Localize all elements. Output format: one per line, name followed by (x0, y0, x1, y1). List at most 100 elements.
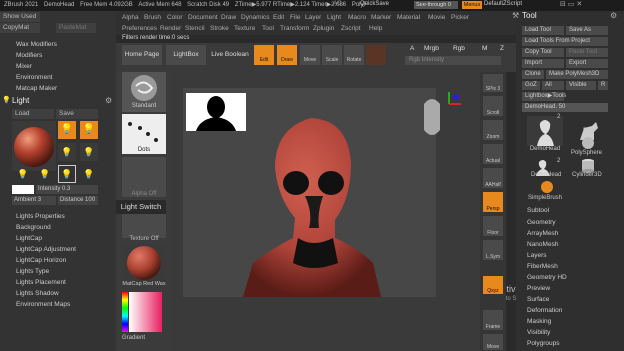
quicksave-button[interactable]: QuickSave (360, 1, 389, 7)
menu-edit[interactable]: Edit (273, 14, 284, 21)
z-toggle[interactable]: Z (500, 45, 504, 52)
menu-brush[interactable]: Brush (144, 14, 161, 21)
menu-lightcap[interactable]: LightCap (16, 234, 42, 244)
frame-button[interactable]: Frame (483, 310, 503, 330)
floor-button[interactable]: Floor (483, 216, 503, 236)
menu-lights-type[interactable]: Lights Type (16, 267, 49, 277)
menu-render[interactable]: Render (160, 25, 181, 32)
clone-button[interactable]: Clone (522, 70, 544, 79)
paste-tool-button[interactable]: Paste Tool (566, 48, 608, 57)
menu-color[interactable]: Color (167, 14, 183, 21)
mrgb-toggle[interactable]: Mrgb (424, 45, 439, 52)
export-button[interactable]: Export (566, 59, 608, 68)
light-switch-2[interactable]: 💡 (80, 121, 98, 139)
move-view-button[interactable]: Move (483, 334, 503, 350)
scroll-button[interactable]: Scroll (483, 96, 503, 116)
menu-layer[interactable]: Layer (305, 14, 321, 21)
light-switch-8[interactable]: 💡 (80, 165, 98, 183)
subpanel-layers[interactable]: Layers (527, 251, 547, 261)
menu-background[interactable]: Background (16, 223, 51, 233)
save-as-button[interactable]: Save As (566, 26, 608, 35)
menu-stroke[interactable]: Stroke (210, 25, 229, 32)
a-toggle[interactable]: A (410, 45, 414, 52)
subpanel-preview[interactable]: Preview (527, 284, 550, 294)
show-used-button[interactable]: Show Used (0, 12, 40, 22)
zoom-button[interactable]: Zoom (483, 120, 503, 140)
r-button[interactable]: R (598, 81, 608, 90)
subpanel-deformation[interactable]: Deformation (527, 306, 562, 316)
default-zscript[interactable]: DefaultZScript (484, 1, 522, 7)
menu-stencil[interactable]: Stencil (185, 25, 205, 32)
menu-light[interactable]: Light (327, 14, 341, 21)
subpanel-arraymesh[interactable]: ArrayMesh (527, 229, 558, 239)
rgb-toggle[interactable]: Rgb (453, 45, 465, 52)
subpanel-geometry-hd[interactable]: Geometry HD (527, 273, 567, 283)
menu-zplugin[interactable]: Zplugin (313, 25, 334, 32)
menu-environment-maps[interactable]: Environment Maps (16, 300, 70, 310)
subpanel-fibermesh[interactable]: FiberMesh (527, 262, 558, 272)
load-from-project-button[interactable]: Load Tools From Project (522, 37, 608, 46)
menu-environment[interactable]: Environment (16, 73, 53, 83)
menu-wax-modifiers[interactable]: Wax Modifiers (16, 40, 57, 50)
gear-icon[interactable]: ⚙ (105, 96, 112, 105)
import-button[interactable]: Import (522, 59, 564, 68)
aahalf-button[interactable]: AAHalf (483, 168, 503, 188)
light-color-swatch[interactable] (12, 185, 34, 194)
scale-button[interactable]: Scale (322, 45, 342, 65)
subpanel-masking[interactable]: Masking (527, 317, 551, 327)
color-picker[interactable] (122, 292, 162, 332)
menu-lightcap-adjustment[interactable]: LightCap Adjustment (16, 245, 76, 255)
subpanel-polygroups[interactable]: Polygroups (527, 339, 560, 349)
tool-gear-icon[interactable]: ⚙ (610, 11, 617, 20)
menu-transform[interactable]: Transform (280, 25, 309, 32)
subpanel-nanomesh[interactable]: NanoMesh (527, 240, 558, 250)
rotate-button[interactable]: Rotate (344, 45, 364, 65)
light-preview[interactable] (12, 121, 56, 171)
subpanel-surface[interactable]: Surface (527, 295, 549, 305)
persp-button[interactable]: Persp (483, 192, 503, 212)
light-switch-7[interactable]: 💡 (58, 165, 76, 183)
menu-lights-shadow[interactable]: Lights Shadow (16, 289, 59, 299)
lsym-button[interactable]: L.Sym (483, 240, 503, 260)
reference-image[interactable] (186, 93, 246, 131)
seethrough-slider[interactable]: See-through 0 (414, 1, 458, 9)
menu-lights-placement[interactable]: Lights Placement (16, 278, 66, 288)
current-tool-slider[interactable]: DemoHead. 50 (522, 103, 608, 112)
home-page-button[interactable]: Home Page (122, 45, 162, 65)
menu-lights-properties[interactable]: Lights Properties (16, 212, 65, 222)
lightbox-button[interactable]: LightBox (166, 45, 206, 65)
qxyz-button[interactable]: Qxyz (483, 276, 503, 294)
menu-dynamics[interactable]: Dynamics (241, 14, 270, 21)
menu-macro[interactable]: Macro (348, 14, 366, 21)
menu-file[interactable]: File (290, 14, 300, 21)
light-switch-5[interactable]: 💡 (14, 165, 32, 183)
spix-button[interactable]: SPix 3 (483, 74, 503, 92)
menu-draw[interactable]: Draw (221, 14, 236, 21)
light-switch-3[interactable]: 💡 (58, 143, 76, 161)
edit-button[interactable]: Edit (254, 45, 274, 65)
lightbox-tools-button[interactable]: Lightbox▶Tools (522, 92, 566, 101)
menus-button[interactable]: Menus (462, 1, 482, 9)
menu-document[interactable]: Document (188, 14, 218, 21)
menu-help[interactable]: Help (369, 25, 382, 32)
light-title[interactable]: Light (12, 96, 29, 105)
subpanel-visibility[interactable]: Visibility (527, 328, 550, 338)
menu-marker[interactable]: Marker (371, 14, 391, 21)
light-switch-4[interactable]: 💡 (80, 143, 98, 161)
draw-button[interactable]: Draw (277, 45, 297, 65)
intensity-slider[interactable]: Intensity 0.3 (36, 185, 98, 194)
menu-texture[interactable]: Texture (234, 25, 255, 32)
color-picker-button[interactable] (366, 45, 386, 65)
light-load-button[interactable]: Load (12, 109, 54, 119)
ambient-slider[interactable]: Ambient 3 (12, 196, 56, 205)
copy-mat-button[interactable]: CopyMat (0, 23, 40, 33)
paste-mat-button[interactable]: PasteMat (56, 23, 96, 33)
goz-button[interactable]: GoZ (522, 81, 540, 90)
menu-lightcap-horizon[interactable]: LightCap Horizon (16, 256, 66, 266)
tool-title[interactable]: Tool (522, 11, 537, 20)
light-save-button[interactable]: Save (56, 109, 98, 119)
menu-tool[interactable]: Tool (262, 25, 274, 32)
copy-tool-button[interactable]: Copy Tool (522, 48, 564, 57)
ac-label[interactable]: AC (333, 1, 341, 7)
make-polymesh-button[interactable]: Make PolyMesh3D (546, 70, 608, 79)
